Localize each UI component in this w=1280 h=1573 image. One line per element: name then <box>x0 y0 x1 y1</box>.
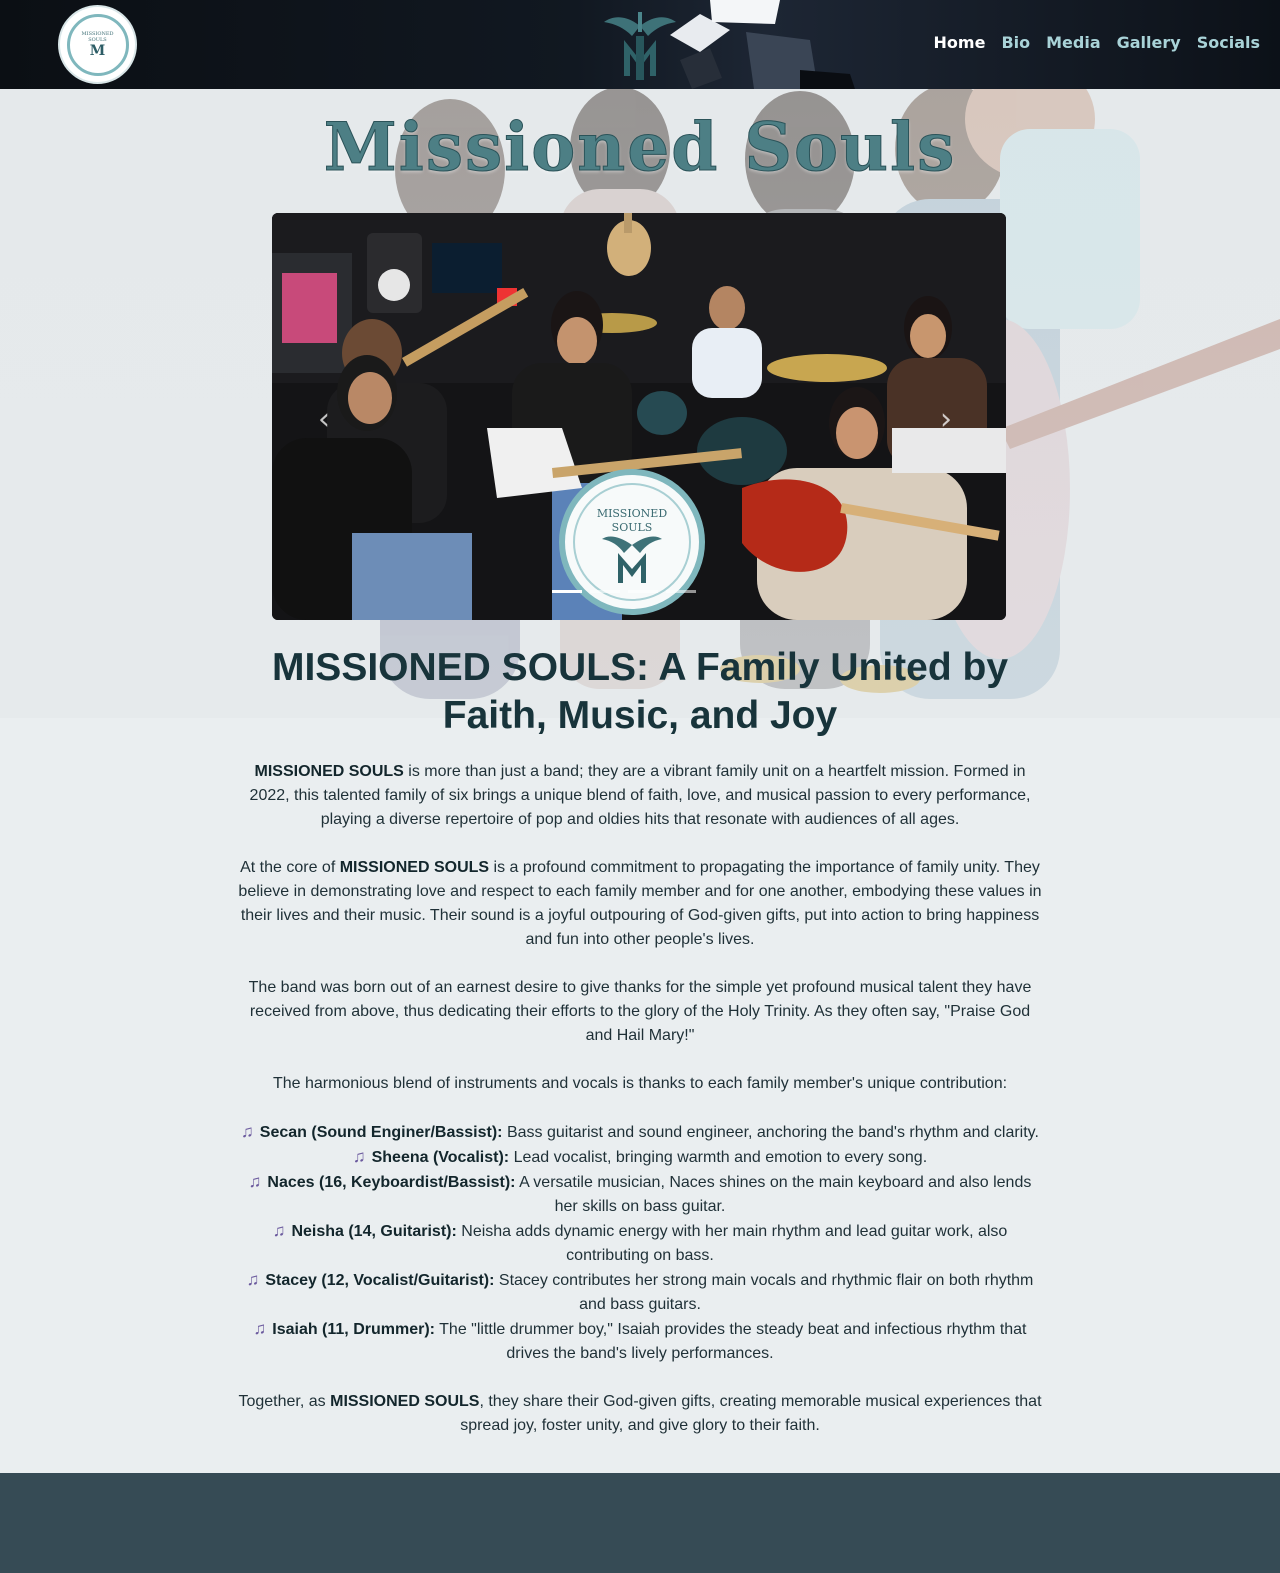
carousel-dot[interactable] <box>552 590 582 593</box>
chevron-right-icon: › <box>940 402 952 437</box>
site-header: MISSIONED SOULS M Home Bio Media Gallery… <box>0 0 1280 89</box>
list-item: ♫ Stacey (12, Vocalist/Guitarist): Stacey… <box>236 1268 1044 1317</box>
main-nav: Home Bio Media Gallery Socials <box>934 33 1260 52</box>
band-name-bold: MISSIONED SOULS <box>254 763 404 780</box>
paragraph-core: At the core of MISSIONED SOULS is a prof… <box>236 856 1044 952</box>
paragraph-origin: The band was born out of an earnest desi… <box>248 979 1032 1044</box>
logo-ring: MISSIONED SOULS M <box>66 13 129 76</box>
member-desc: Lead vocalist, bringing warmth and emoti… <box>509 1149 928 1166</box>
carousel-dot[interactable] <box>666 590 696 593</box>
nav-socials[interactable]: Socials <box>1197 33 1260 52</box>
chevron-left-icon: ‹ <box>318 402 330 437</box>
member-desc: The "little drummer boy," Isaiah provide… <box>434 1321 1027 1362</box>
carousel-indicators <box>552 590 696 593</box>
member-name: Naces (16, Keyboardist/Bassist): <box>267 1174 516 1191</box>
member-name: Secan (Sound Enginer/Bassist): <box>259 1124 503 1141</box>
music-note-icon: ♫ <box>352 1147 366 1166</box>
band-name-bold: MISSIONED SOULS <box>330 1393 480 1410</box>
carousel-dot[interactable] <box>590 590 620 593</box>
svg-text:MISSIONED: MISSIONED <box>597 507 668 520</box>
paragraph-text: Together, as <box>238 1393 331 1410</box>
nav-media[interactable]: Media <box>1046 33 1101 52</box>
member-name: Sheena (Vocalist): <box>371 1149 510 1166</box>
music-note-icon: ♫ <box>241 1122 254 1141</box>
paragraph-intro: MISSIONED SOULS is more than just a band… <box>236 760 1044 832</box>
carousel-prev-button[interactable]: ‹ <box>312 405 336 435</box>
music-note-icon: ♫ <box>272 1221 286 1240</box>
photo-carousel[interactable]: MISSIONED SOULS ‹ › <box>272 213 1006 620</box>
members-list: ♫ Secan (Sound Enginer/Bassist): Bass gui… <box>236 1120 1044 1366</box>
bio-content: MISSIONED SOULS is more than just a band… <box>236 760 1044 1462</box>
member-desc: Stacey contributes her strong main vocal… <box>494 1272 1034 1313</box>
list-item: ♫ Neisha (14, Guitarist): Neisha adds dyn… <box>236 1219 1044 1268</box>
list-item: ♫ Sheena (Vocalist): Lead vocalist, bring… <box>236 1145 1044 1170</box>
member-name: Stacey (12, Vocalist/Guitarist): <box>265 1272 495 1289</box>
music-note-icon: ♫ <box>253 1319 267 1338</box>
nav-home[interactable]: Home <box>934 33 986 52</box>
paragraph-members-intro: The harmonious blend of instruments and … <box>272 1075 1008 1092</box>
member-name: Isaiah (11, Drummer): <box>272 1321 435 1338</box>
carousel-dot[interactable] <box>628 590 658 593</box>
paragraph-closing: Together, as MISSIONED SOULS, they share… <box>236 1390 1044 1438</box>
paragraph-text: At the core of <box>240 859 340 876</box>
list-item: ♫ Isaiah (11, Drummer): The "little drumm… <box>236 1317 1044 1366</box>
list-item: ♫ Naces (16, Keyboardist/Bassist): A vers… <box>236 1170 1044 1219</box>
nav-gallery[interactable]: Gallery <box>1117 33 1181 52</box>
music-note-icon: ♫ <box>248 1172 262 1191</box>
band-name-bold: MISSIONED SOULS <box>339 859 490 876</box>
music-note-icon: ♫ <box>246 1270 260 1289</box>
page-headline: MISSIONED SOULS: A Family United by Fait… <box>271 646 1009 737</box>
site-logo[interactable]: MISSIONED SOULS M <box>60 7 135 82</box>
decorative-cubes <box>670 0 855 89</box>
member-name: Neisha (14, Guitarist): <box>291 1223 457 1240</box>
nav-bio[interactable]: Bio <box>1001 33 1030 52</box>
paragraph-text: , they share their God-given gifts, crea… <box>460 1393 1042 1434</box>
member-desc: Neisha adds dynamic energy with her main… <box>456 1223 1008 1264</box>
site-title: Missioned Souls <box>323 108 957 187</box>
logo-monogram: M <box>89 42 106 59</box>
carousel-slide-image: MISSIONED SOULS <box>272 213 1006 620</box>
list-item: ♫ Secan (Sound Enginer/Bassist): Bass gui… <box>236 1120 1044 1145</box>
site-footer <box>0 1473 1280 1573</box>
member-desc: Bass guitarist and sound engineer, ancho… <box>502 1124 1039 1141</box>
svg-text:SOULS: SOULS <box>612 521 653 534</box>
carousel-next-button[interactable]: › <box>934 405 958 435</box>
member-desc: A versatile musician, Naces shines on th… <box>515 1174 1032 1215</box>
